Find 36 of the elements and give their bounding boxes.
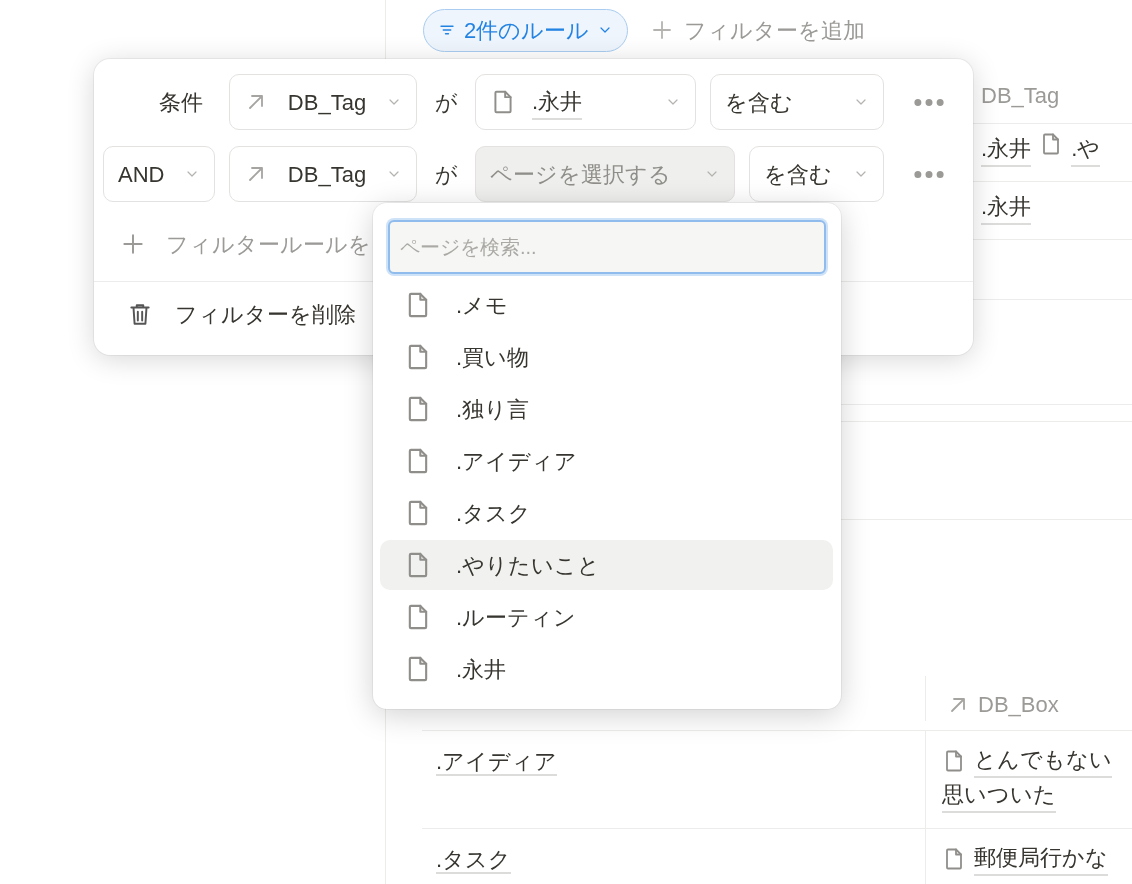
property-dropdown[interactable]: DB_Tag bbox=[229, 74, 417, 130]
conjunction-dropdown[interactable]: AND bbox=[103, 146, 215, 202]
row-name-link[interactable]: .アイディア bbox=[436, 749, 558, 776]
page-menu-item[interactable]: .アイディア bbox=[380, 436, 833, 486]
value-link: .永井 bbox=[532, 84, 583, 120]
page-menu-item[interactable]: .独り言 bbox=[380, 384, 833, 434]
search-field[interactable]: ページを検索... bbox=[388, 220, 826, 274]
relation-link[interactable]: とんでもない bbox=[974, 743, 1112, 778]
more-button[interactable] bbox=[914, 170, 944, 178]
verb-label: が bbox=[433, 88, 459, 117]
verb-label: が bbox=[433, 160, 459, 189]
page-menu-item[interactable]: .ルーティン bbox=[380, 592, 833, 642]
trash-icon bbox=[127, 301, 153, 327]
page-menu-item[interactable]: .やりたいこと bbox=[380, 540, 833, 590]
column-header: DB_Tag bbox=[981, 83, 1060, 108]
filter-rules-chip[interactable]: 2件のルール bbox=[423, 8, 629, 52]
page-menu-item[interactable]: .メモ bbox=[380, 280, 833, 330]
operator-dropdown[interactable]: を含む bbox=[749, 146, 884, 202]
row-name-link[interactable]: .タスク bbox=[436, 847, 512, 874]
property-dropdown[interactable]: DB_Tag bbox=[229, 146, 417, 202]
page-menu-item[interactable]: .タスク bbox=[380, 488, 833, 538]
tag-link[interactable]: .永井 bbox=[981, 132, 1032, 167]
conjunction-label: 条件 bbox=[159, 88, 203, 117]
delete-filter-button[interactable]: フィルターを削除 bbox=[94, 282, 362, 346]
relation-link[interactable]: 思いついた bbox=[942, 778, 1056, 813]
page-menu-item[interactable]: .永井 bbox=[380, 644, 833, 694]
column-header: DB_Box bbox=[978, 691, 1059, 719]
tag-link[interactable]: .や bbox=[1071, 132, 1101, 167]
more-icon bbox=[914, 170, 944, 178]
page-menu-item[interactable]: .買い物 bbox=[380, 332, 833, 382]
more-button[interactable] bbox=[914, 98, 944, 106]
tag-link[interactable]: .永井 bbox=[981, 190, 1032, 225]
relation-link[interactable]: 郵便局行かな bbox=[974, 841, 1108, 876]
more-icon bbox=[914, 98, 944, 106]
value-dropdown[interactable]: .永井 bbox=[475, 74, 696, 130]
operator-dropdown[interactable]: を含む bbox=[710, 74, 884, 130]
